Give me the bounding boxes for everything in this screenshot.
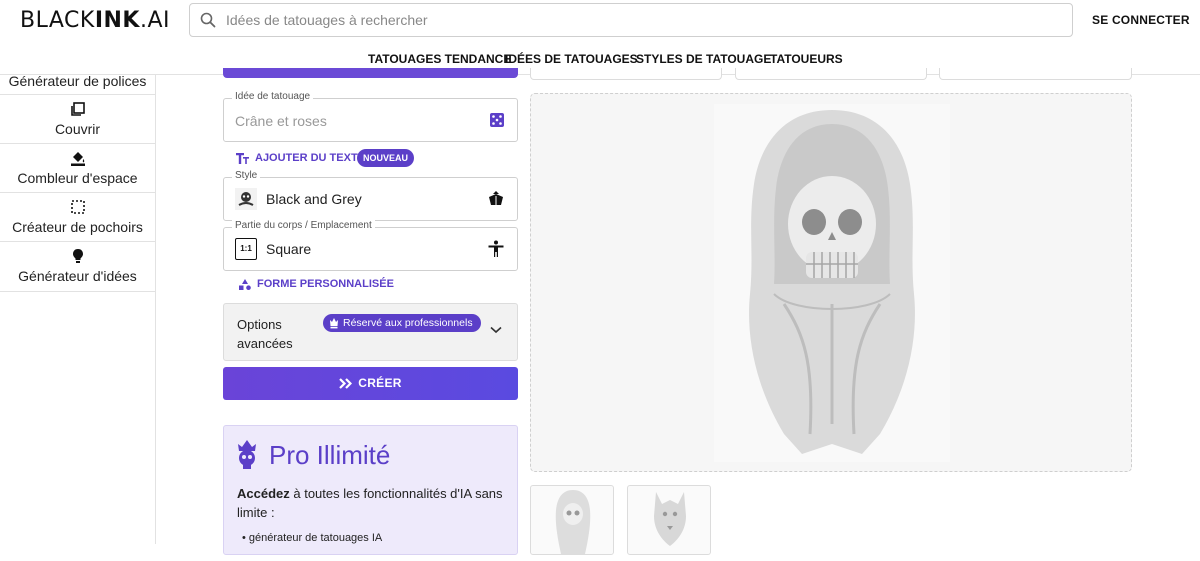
sidebar-item-label: Créateur de pochoirs bbox=[12, 219, 143, 235]
sidebar-item-cover[interactable]: Couvrir bbox=[0, 95, 155, 144]
field-legend: Style bbox=[232, 170, 261, 181]
style-value: Black and Grey bbox=[266, 191, 362, 207]
field-legend: Idée de tatouage bbox=[232, 91, 314, 102]
sidebar-item-gap-filler[interactable]: Combleur d'espace bbox=[0, 144, 155, 193]
text-icon bbox=[236, 153, 249, 164]
chevron-down-icon bbox=[490, 326, 502, 334]
crown-icon bbox=[330, 318, 338, 329]
nav-item-trending[interactable]: TATOUAGES TENDANCE bbox=[368, 52, 511, 66]
wolf-thumbnail-icon bbox=[654, 492, 686, 546]
sidebar-item-font-generator[interactable]: Générateur de polices bbox=[0, 71, 155, 95]
logo[interactable]: BLACKINK.AI bbox=[20, 8, 170, 33]
sidebar-item-label: Générateur d'idées bbox=[18, 268, 137, 284]
add-text-label: AJOUTER DU TEXTE bbox=[255, 152, 366, 164]
lightbulb-icon bbox=[72, 249, 83, 263]
sidebar-item-label: Combleur d'espace bbox=[17, 170, 138, 186]
nav-item-artists[interactable]: TATOUEURS bbox=[770, 52, 843, 66]
placement-select[interactable]: Partie du corps / Emplacement 1:1 Square bbox=[223, 220, 518, 271]
search-input[interactable] bbox=[226, 4, 1056, 36]
promo-bullet-text: générateur de tatouages IA bbox=[248, 532, 383, 544]
paint-bucket-icon bbox=[70, 152, 85, 166]
sidebar-item-label: Générateur de polices bbox=[8, 73, 147, 89]
promo-title: Pro Illimité bbox=[269, 440, 391, 470]
square-ratio-icon: 1:1 bbox=[235, 238, 257, 260]
tattoo-idea-placeholder: Crâne et roses bbox=[235, 113, 327, 129]
logo-part-black: BLACK bbox=[20, 8, 95, 33]
top-thumb[interactable] bbox=[735, 68, 927, 80]
search-icon bbox=[200, 12, 216, 28]
stencil-icon bbox=[70, 200, 85, 214]
tattoo-idea-field[interactable]: Idée de tatouage Crâne et roses bbox=[223, 91, 518, 142]
pro-only-badge: Réservé aux professionnels bbox=[323, 314, 481, 332]
top-thumb[interactable] bbox=[939, 68, 1132, 80]
sidebar-item-label: Couvrir bbox=[54, 121, 101, 137]
advanced-options-toggle[interactable]: Options avancées Réservé aux professionn… bbox=[223, 303, 518, 361]
nav-item-styles[interactable]: STYLES DE TATOUAGE bbox=[636, 52, 771, 66]
custom-shape-label: FORME PERSONNALISÉE bbox=[257, 278, 394, 290]
login-button[interactable]: SE CONNECTER bbox=[1092, 13, 1190, 27]
promo-bullet: • générateur de tatouages IA bbox=[242, 532, 383, 544]
preview-area bbox=[530, 93, 1132, 472]
new-badge: NOUVEAU bbox=[357, 149, 415, 167]
field-legend: Partie du corps / Emplacement bbox=[232, 220, 375, 231]
search-bar[interactable] bbox=[189, 3, 1073, 37]
shapes-icon bbox=[239, 279, 251, 290]
sidebar-item-stencil-creator[interactable]: Créateur de pochoirs bbox=[0, 193, 155, 242]
create-button[interactable]: CRÉER bbox=[223, 367, 518, 400]
add-text-button[interactable]: AJOUTER DU TEXTE bbox=[236, 152, 365, 164]
promo-body-bold: Accédez bbox=[237, 486, 290, 501]
top-bar: BLACKINK.AI SE CONNECTER bbox=[0, 0, 1200, 40]
hooded-skull-tattoo-image[interactable] bbox=[714, 104, 950, 462]
create-label: CRÉER bbox=[358, 376, 402, 390]
advanced-options-label: Options avancées bbox=[237, 317, 293, 351]
panel-top-strip bbox=[223, 68, 518, 78]
hooded-skull-illustration bbox=[749, 110, 915, 454]
style-select[interactable]: Style Black and Grey bbox=[223, 170, 518, 221]
cover-icon bbox=[70, 102, 85, 116]
sidebar: Générateur de polices Couvrir Combleur d… bbox=[0, 73, 156, 544]
hooded-skull-thumbnail-icon bbox=[555, 490, 591, 554]
logo-part-ink: INK bbox=[94, 8, 140, 33]
sidebar-item-idea-generator[interactable]: Générateur d'idées bbox=[0, 242, 155, 292]
nav-item-ideas[interactable]: IDÉES DE TATOUAGES bbox=[505, 52, 638, 66]
custom-shape-button[interactable]: FORME PERSONNALISÉE bbox=[239, 278, 394, 290]
double-chevron-right-icon bbox=[339, 378, 353, 389]
history-thumbnail[interactable] bbox=[627, 485, 711, 555]
promo-body: Accédez à toutes les fonctionnalités d'I… bbox=[237, 484, 507, 522]
pro-only-label: Réservé aux professionnels bbox=[343, 317, 473, 329]
pro-unlimited-card: Pro Illimité Accédez à toutes les foncti… bbox=[223, 425, 518, 555]
logo-part-ai: .AI bbox=[139, 8, 170, 33]
crown-skull-icon bbox=[238, 440, 256, 469]
rose-skull-style-icon bbox=[235, 188, 257, 210]
body-figure-icon[interactable] bbox=[487, 240, 505, 258]
style-picker-icon[interactable] bbox=[487, 190, 505, 208]
placement-value: Square bbox=[266, 241, 312, 257]
history-thumbnail[interactable] bbox=[530, 485, 614, 555]
dice-icon[interactable] bbox=[489, 112, 505, 128]
top-thumb[interactable] bbox=[530, 68, 722, 80]
